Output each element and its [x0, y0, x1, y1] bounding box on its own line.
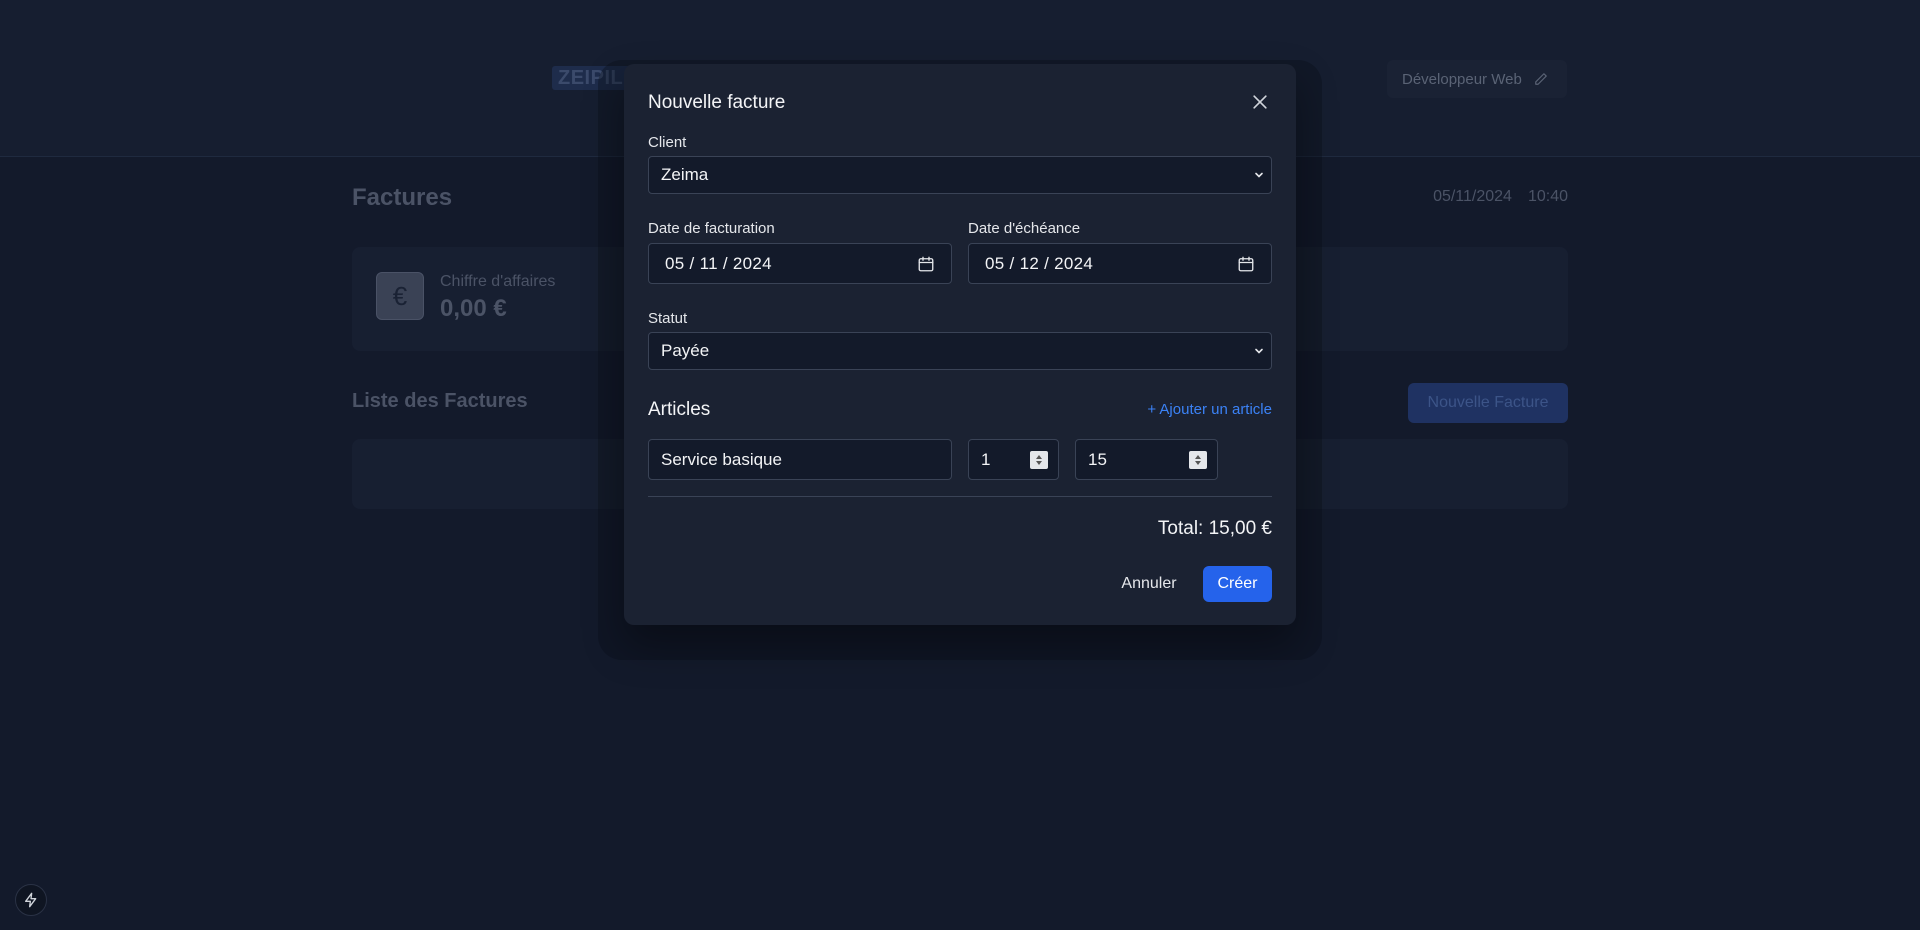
due-date-input[interactable]: 05 / 12 / 2024 [968, 243, 1272, 284]
invoice-list-title: Liste des Factures [352, 390, 528, 412]
articles-title: Articles [648, 399, 711, 420]
current-date: 05/11/2024 [1433, 188, 1512, 205]
client-select[interactable]: Zeima [648, 156, 1272, 194]
chevron-down-icon [1255, 172, 1263, 178]
app-page: ZEIPIL Développeur Web Factures 05/11/20… [0, 0, 1920, 930]
article-quantity-value: 1 [981, 449, 991, 469]
status-label: Statut [648, 310, 688, 327]
cancel-button[interactable]: Annuler [1104, 566, 1194, 602]
due-date-value: 05 / 12 / 2024 [985, 253, 1094, 273]
price-stepper[interactable] [1189, 450, 1207, 469]
client-label: Client [648, 134, 687, 151]
current-time: 10:40 [1527, 188, 1568, 205]
profile-label: Développeur Web [1402, 70, 1522, 88]
status-select[interactable]: Payée [648, 332, 1272, 370]
article-quantity-input[interactable]: 1 [968, 439, 1059, 480]
calendar-icon[interactable] [1237, 255, 1255, 273]
invoice-date-value: 05 / 11 / 2024 [665, 253, 772, 273]
modal-title: Nouvelle facture [648, 92, 786, 113]
euro-icon: € [376, 272, 424, 320]
datetime: 05/11/2024 10:40 [1433, 188, 1568, 206]
close-button[interactable] [1248, 90, 1272, 114]
page-title: Factures [352, 184, 453, 211]
article-description-input[interactable]: Service basique [648, 439, 952, 480]
new-invoice-button[interactable]: Nouvelle Facture [1408, 383, 1568, 423]
new-invoice-modal: Nouvelle facture Client Zeima Date de fa… [624, 64, 1296, 625]
bolt-button[interactable] [15, 884, 47, 916]
article-description-value: Service basique [661, 449, 782, 469]
revenue-value: 0,00 € [440, 295, 507, 322]
article-price-value: 15 [1088, 449, 1107, 469]
revenue-label: Chiffre d'affaires [440, 273, 556, 290]
invoice-date-label: Date de facturation [648, 220, 775, 237]
add-article-link[interactable]: + Ajouter un article [1147, 401, 1272, 418]
invoice-date-input[interactable]: 05 / 11 / 2024 [648, 243, 952, 284]
due-date-label: Date d'échéance [968, 220, 1081, 237]
profile-chip[interactable]: Développeur Web [1387, 60, 1567, 98]
divider [648, 496, 1272, 497]
lightning-icon [25, 892, 37, 908]
quantity-stepper[interactable] [1030, 450, 1048, 469]
pencil-icon [1534, 73, 1547, 85]
close-icon [1253, 95, 1267, 109]
article-price-input[interactable]: 15 [1075, 439, 1218, 480]
client-value: Zeima [661, 165, 709, 184]
invoice-total: Total: 15,00 € [1157, 518, 1272, 539]
create-button[interactable]: Créer [1203, 566, 1272, 602]
chevron-down-icon [1255, 348, 1263, 354]
status-value: Payée [661, 341, 710, 360]
calendar-icon[interactable] [917, 255, 935, 273]
